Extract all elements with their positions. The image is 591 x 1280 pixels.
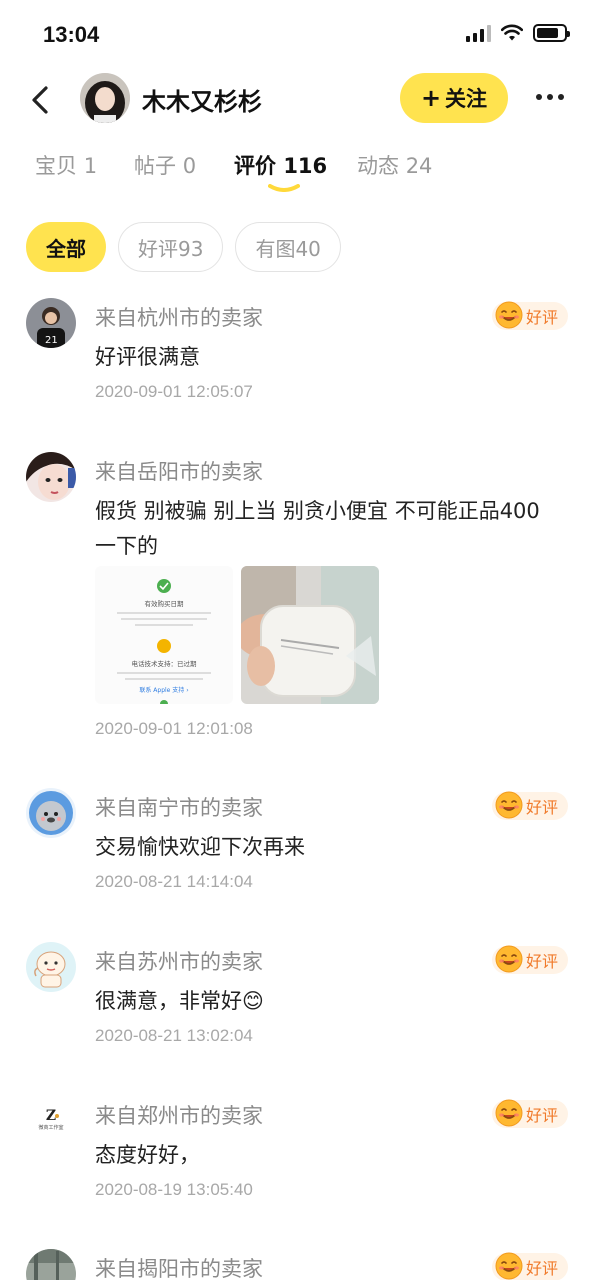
tab-posts[interactable]: 帖子 0 (134, 150, 196, 180)
badge-label: 好评 (526, 798, 559, 817)
review-date: 2020-08-19 13:05:40 (95, 1180, 253, 1199)
tab-active-indicator (268, 184, 300, 192)
status-icons (466, 24, 570, 42)
smile-face-icon (495, 301, 523, 329)
badge-label: 好评 (526, 1106, 559, 1125)
badge-label: 好评 (526, 1259, 559, 1278)
tab-count: 116 (283, 154, 328, 178)
smile-face-icon (495, 1252, 523, 1280)
wifi-icon (501, 24, 523, 41)
positive-review-badge: 好评 (492, 1099, 569, 1128)
filter-positive[interactable]: 好评93 (118, 222, 224, 272)
review-filters: 全部 好评93 有图40 (26, 222, 341, 272)
reviewer-avatar[interactable] (26, 942, 76, 992)
reviewer-avatar[interactable] (26, 1249, 76, 1280)
review-text: 好评很满意 (95, 345, 200, 369)
smile-face-icon (495, 1099, 523, 1127)
tab-label: 评价 (234, 154, 276, 178)
review-date: 2020-09-01 12:05:07 (95, 382, 253, 401)
reviewer-avatar[interactable]: 21 (26, 298, 76, 348)
signal-icon (466, 24, 491, 42)
review-source: 来自郑州市的卖家 (95, 1104, 263, 1128)
positive-review-badge: 好评 (492, 945, 569, 974)
review-source: 来自揭阳市的卖家 (95, 1257, 263, 1280)
tab-activity[interactable]: 动态 24 (357, 150, 432, 180)
positive-review-badge: 好评 (492, 1252, 569, 1280)
tab-items[interactable]: 宝贝 1 (35, 150, 97, 180)
reviewer-avatar[interactable]: Z 微商工作室 (26, 1096, 76, 1146)
reviewer-avatar[interactable] (26, 788, 76, 838)
plus-icon: + (420, 84, 442, 112)
review-image-product[interactable] (241, 566, 379, 704)
profile-header: 木木又杉杉 + 关注 (0, 70, 591, 130)
back-button[interactable] (24, 80, 58, 120)
review-date: 2020-08-21 14:14:04 (95, 872, 253, 891)
review-text: 态度好好， (95, 1143, 200, 1167)
more-options-button[interactable] (530, 82, 570, 112)
tab-count: 24 (405, 154, 433, 178)
screenshot-line: 电话技术支持：已过期 (132, 659, 198, 668)
svg-text:21: 21 (45, 335, 58, 346)
filter-all[interactable]: 全部 (26, 222, 106, 272)
profile-tabs: 宝贝 1 帖子 0 评价 116 动态 24 (0, 140, 591, 200)
review-text: 假货 别被骗 别上当 别贪小便宜 不可能正品400一下的 (95, 499, 540, 558)
review-source: 来自南宁市的卖家 (95, 796, 263, 820)
status-time: 13:04 (43, 22, 100, 47)
review-date: 2020-09-01 12:01:08 (95, 719, 253, 738)
profile-name: 木木又杉杉 (142, 88, 262, 116)
tab-label: 帖子 (134, 154, 176, 178)
review-date: 2020-08-21 13:02:04 (95, 1026, 253, 1045)
badge-label: 好评 (526, 952, 559, 971)
logo-letter: Z (46, 1108, 56, 1124)
reviewer-avatar[interactable] (26, 452, 76, 502)
review-source: 来自杭州市的卖家 (95, 306, 263, 330)
tab-label: 动态 (357, 154, 399, 178)
review-text: 交易愉快欢迎下次再来 (95, 835, 305, 859)
badge-label: 好评 (526, 308, 559, 327)
follow-label: 关注 (445, 87, 488, 111)
review-text: 很满意，非常好😊 (95, 989, 264, 1013)
follow-button[interactable]: + 关注 (400, 73, 508, 123)
screenshot-link: 联系 Apple 支持 › (139, 686, 188, 694)
battery-icon (533, 24, 570, 42)
tab-reviews[interactable]: 评价 116 (234, 150, 327, 180)
profile-avatar[interactable] (80, 73, 130, 123)
status-bar: 13:04 (0, 0, 591, 70)
positive-review-badge: 好评 (492, 301, 569, 330)
tab-count: 1 (83, 154, 98, 178)
review-source: 来自岳阳市的卖家 (95, 460, 263, 484)
tab-label: 宝贝 (35, 154, 77, 178)
positive-review-badge: 好评 (492, 791, 569, 820)
tab-count: 0 (182, 154, 197, 178)
smile-face-icon (495, 945, 523, 973)
review-source: 来自苏州市的卖家 (95, 950, 263, 974)
review-image-screenshot[interactable]: 有效购买日期 电话技术支持：已过期 联系 Apple 支持 › (95, 566, 233, 704)
smile-face-icon (495, 791, 523, 819)
filter-with-photos[interactable]: 有图40 (235, 222, 341, 272)
logo-caption: 微商工作室 (38, 1124, 63, 1131)
screenshot-line: 有效购买日期 (145, 599, 185, 608)
chevron-left-icon (32, 86, 48, 114)
